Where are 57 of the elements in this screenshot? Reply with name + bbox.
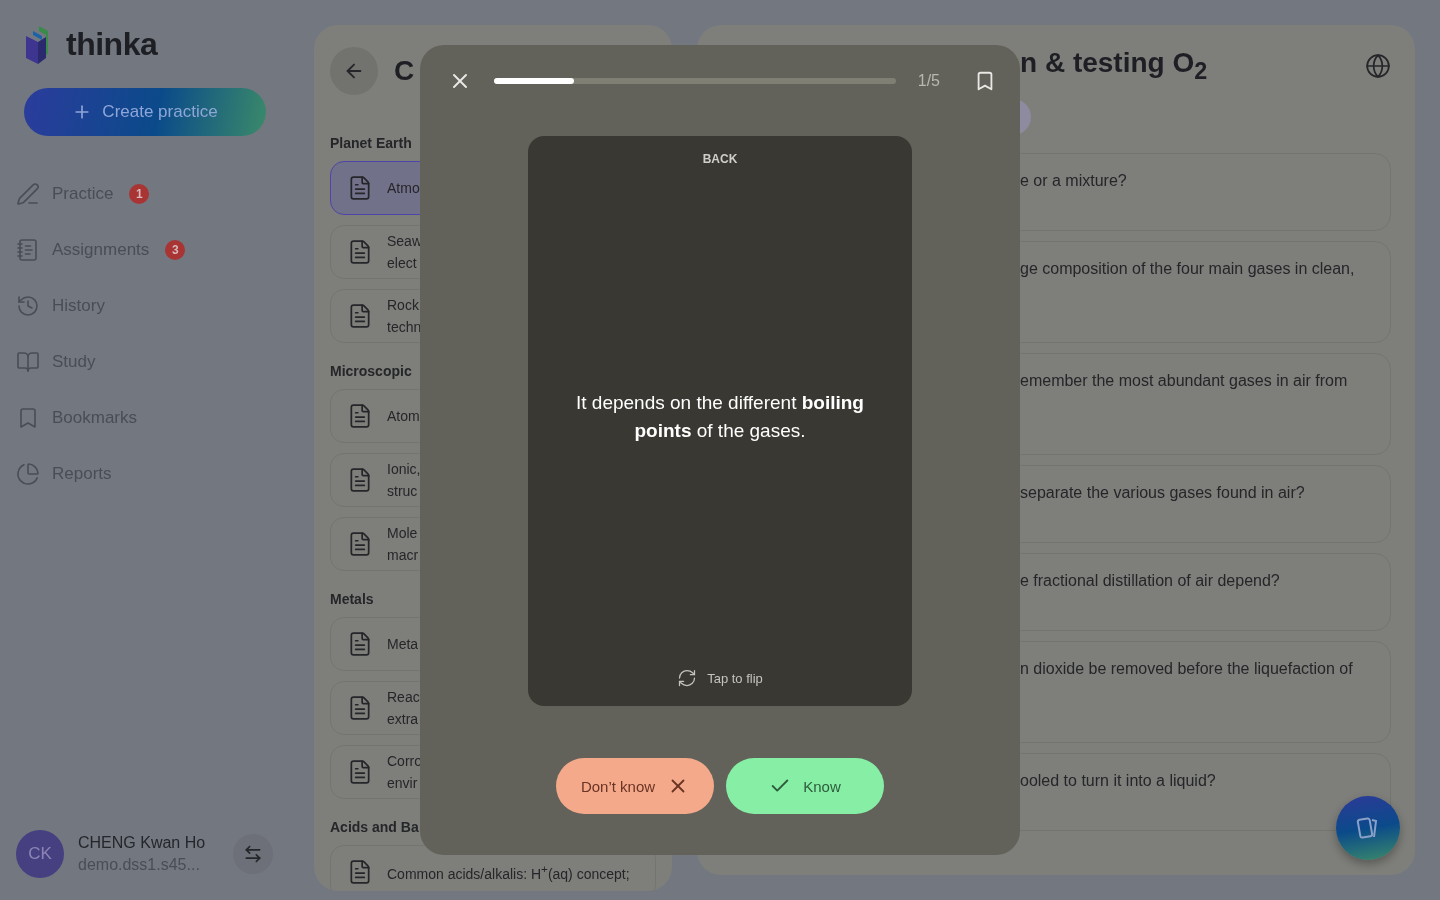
document-icon <box>347 759 373 785</box>
document-icon <box>347 403 373 429</box>
document-icon <box>347 303 373 329</box>
question-text: separate the various gases found in air? <box>1020 484 1305 501</box>
document-icon <box>347 859 373 885</box>
topic-title: Ionic, <box>387 460 421 479</box>
topic-title: extra <box>387 710 420 729</box>
pie-chart-icon <box>16 462 40 486</box>
section-heading: Planet Earth <box>330 135 413 151</box>
book-icon <box>16 350 40 374</box>
section-heading: Metals <box>330 591 375 607</box>
flashcard[interactable]: BACK It depends on the different boiling points of the gases. Tap to flip <box>528 136 912 706</box>
history-icon <box>16 294 40 318</box>
back-button[interactable] <box>330 47 378 95</box>
topic-title: Meta <box>387 635 419 654</box>
logo-text: thinka <box>66 25 158 63</box>
document-icon <box>347 695 373 721</box>
flashcards-button[interactable] <box>1336 796 1400 860</box>
section-heading: Microscopic <box>330 363 413 379</box>
topic-title: Rock <box>387 296 420 315</box>
question-text: n dioxide be removed before the liquefaction of <box>1020 660 1353 677</box>
user-name: CHENG Kwan Ho <box>78 834 206 852</box>
topic-title: macr <box>387 546 419 565</box>
topic-title: Mole <box>387 524 419 543</box>
notebook-icon <box>16 238 40 262</box>
question-text: ooled to turn it into a liquid? <box>1020 772 1216 789</box>
section-heading: Acids and Ba <box>330 819 420 835</box>
topic-title: envir <box>387 774 419 793</box>
globe-icon[interactable] <box>1365 53 1391 79</box>
document-icon <box>347 175 373 201</box>
flip-icon <box>677 668 698 688</box>
document-icon <box>347 467 373 493</box>
topic-title: Atmo <box>387 179 420 198</box>
switch-account-button[interactable] <box>233 834 274 874</box>
document-icon <box>347 531 373 557</box>
count-badge: 3 <box>165 240 186 260</box>
question-text: e or a mixture? <box>1020 172 1127 189</box>
topic-title: Common acids/alkalis: H$^{+}$(aq) concept; <box>387 861 630 885</box>
dont-know-button[interactable]: Don’t know <box>556 758 714 814</box>
panel-title: n & testing O$_{2}$ <box>1020 47 1208 85</box>
count-badge: 1 <box>129 184 150 204</box>
avatar: CK <box>16 830 64 878</box>
topic-title: techn <box>387 318 422 337</box>
document-icon <box>347 239 373 265</box>
topic-title: Atom <box>387 407 420 426</box>
topic-title: Reac <box>387 688 420 707</box>
topic-title: elect <box>387 254 418 273</box>
question-text: emember the most abundant gases in air from <box>1020 372 1348 389</box>
card-counter: 1/5 <box>917 72 940 90</box>
know-button[interactable]: Know <box>726 758 884 814</box>
create-practice-button[interactable]: Create practice <box>24 88 266 136</box>
document-icon <box>347 631 373 657</box>
topic-title: struc <box>387 482 419 501</box>
panel-title: C <box>394 55 415 87</box>
question-text: e fractional distillation of air depend? <box>1020 572 1280 589</box>
question-text: ge composition of the four main gases in clean, <box>1020 260 1355 277</box>
pencil-icon <box>16 182 40 206</box>
